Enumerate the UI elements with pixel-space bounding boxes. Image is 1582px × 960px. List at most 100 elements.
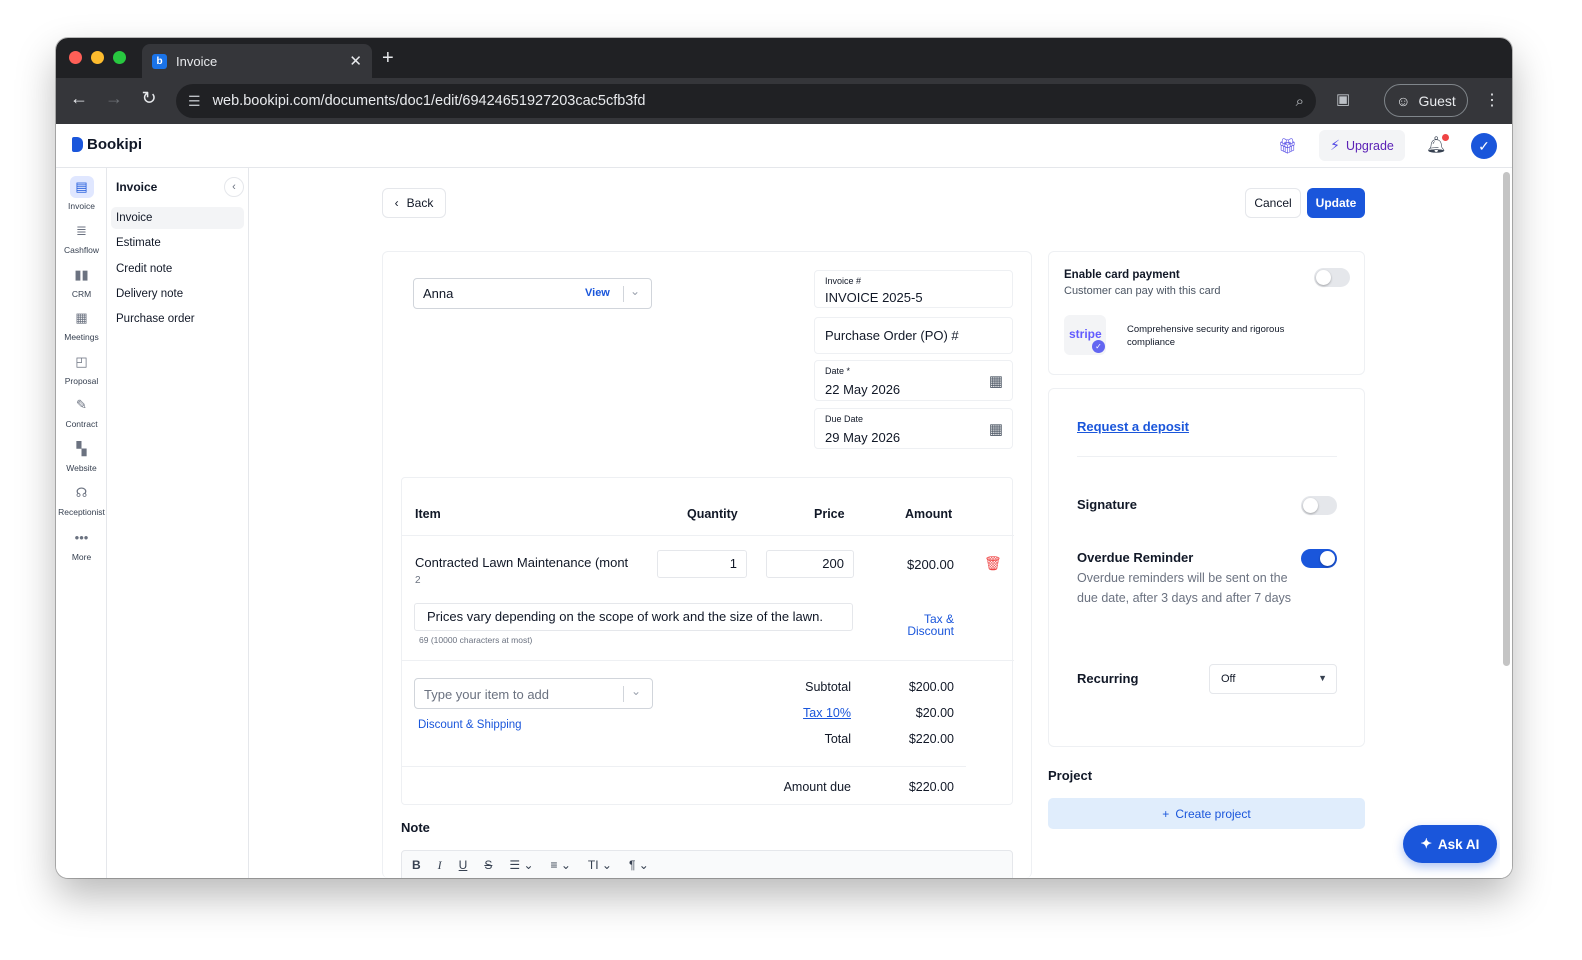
quantity-input[interactable]: 1 — [657, 550, 747, 578]
rail-label: Contract — [65, 419, 98, 429]
sub-nav-item-credit-note[interactable]: Credit note — [111, 258, 244, 280]
strikethrough-icon[interactable]: S — [484, 858, 492, 872]
column-header-item: Item — [415, 507, 441, 521]
plus-icon: + — [1162, 806, 1170, 821]
maximize-window-button[interactable] — [113, 51, 126, 64]
italic-icon[interactable]: I — [438, 858, 442, 873]
rail-item-meetings[interactable]: ▦ Meetings — [56, 307, 107, 342]
collapse-sidebar-icon[interactable]: ‹ — [224, 177, 244, 197]
tax-discount-link[interactable]: Tax & Discount — [907, 613, 954, 637]
rail-item-cashflow[interactable]: ≣ Cashflow — [56, 220, 107, 255]
notification-bell-icon[interactable]: 🔔︎ — [1426, 134, 1450, 155]
proposal-icon: ◰ — [75, 354, 88, 369]
app: Bookipi 🎁︎ ⚡︎ Upgrade 🔔︎ ✓ ▤ Invoice ≣ Cas… — [56, 124, 1512, 878]
rail-item-crm[interactable]: ▮▮ CRM — [56, 264, 107, 299]
brand-logo[interactable]: Bookipi — [72, 136, 142, 153]
request-deposit-link[interactable]: Request a deposit — [1077, 419, 1189, 434]
sub-nav-item-estimate[interactable]: Estimate — [111, 232, 244, 254]
add-item-input[interactable]: Type your item to add ⌄ — [414, 678, 653, 709]
create-project-label: Create project — [1175, 806, 1251, 821]
paragraph-icon[interactable]: ¶ ⌄ — [629, 858, 649, 872]
client-view-link[interactable]: View — [585, 287, 610, 299]
sub-nav-item-delivery-note[interactable]: Delivery note — [111, 283, 244, 305]
minimize-window-button[interactable] — [91, 51, 104, 64]
site-settings-icon[interactable]: ☰ — [188, 93, 201, 110]
scrollbar[interactable] — [1500, 168, 1512, 878]
invoice-number-field[interactable]: Invoice # INVOICE 2025-5 — [814, 270, 1013, 308]
rail-item-website[interactable]: ▚ Website — [56, 438, 107, 473]
bold-icon[interactable]: B — [412, 858, 421, 872]
logo-mark-icon — [72, 137, 83, 152]
sub-nav-item-purchase-order[interactable]: Purchase order — [111, 308, 244, 330]
profile-button[interactable]: ☺ Guest — [1384, 84, 1468, 117]
calendar-icon[interactable]: ▦ — [989, 372, 1003, 390]
address-bar[interactable]: ☰ web.bookipi.com/documents/doc1/edit/69… — [176, 84, 1316, 118]
tax-link-line2: Discount — [907, 624, 954, 638]
due-date-field[interactable]: Due Date 29 May 2026 ▦ — [814, 408, 1013, 449]
browser-tab[interactable]: b Invoice ✕ — [142, 44, 372, 78]
close-tab-icon[interactable]: ✕ — [349, 52, 362, 70]
rail-item-invoice[interactable]: ▤ Invoice — [56, 176, 107, 211]
contract-icon: ✎ — [76, 397, 87, 412]
project-heading: Project — [1048, 768, 1093, 783]
chevron-down-icon[interactable]: ⌄ — [630, 284, 640, 298]
underline-icon[interactable]: U — [459, 858, 468, 872]
signature-toggle[interactable] — [1301, 496, 1337, 515]
ask-ai-button[interactable]: ✦ Ask AI — [1403, 825, 1497, 863]
back-arrow-icon[interactable]: ← — [66, 88, 92, 109]
amount-due-value: $220.00 — [908, 780, 954, 794]
card-payment-panel: Enable card payment Customer can pay wit… — [1048, 251, 1365, 375]
back-button[interactable]: ‹ Back — [382, 188, 446, 218]
search-icon[interactable]: ⌕ — [1296, 93, 1304, 110]
calendar-icon[interactable]: ▦ — [989, 420, 1003, 438]
bolt-icon: ⚡︎ — [1330, 137, 1340, 153]
date-field[interactable]: Date * 22 May 2026 ▦ — [814, 360, 1013, 401]
upgrade-label: Upgrade — [1345, 138, 1394, 153]
avatar[interactable]: ✓ — [1471, 133, 1497, 159]
close-window-button[interactable] — [69, 51, 82, 64]
create-project-button[interactable]: + Create project — [1048, 798, 1365, 829]
stripe-description: Comprehensive security and rigorous comp… — [1127, 324, 1285, 348]
tax-link[interactable]: Tax 10% — [803, 706, 851, 720]
sub-nav-item-invoice[interactable]: Invoice — [111, 207, 244, 229]
upgrade-button[interactable]: ⚡︎ Upgrade — [1319, 130, 1405, 161]
chevron-down-icon[interactable]: ⌄ — [631, 684, 641, 698]
browser-toolbar: ← → ↻ ☰ web.bookipi.com/documents/doc1/e… — [56, 78, 1512, 124]
card-payment-toggle[interactable] — [1314, 268, 1350, 287]
toggle-knob — [1320, 551, 1335, 566]
update-button[interactable]: Update — [1307, 188, 1365, 218]
new-tab-icon[interactable]: + — [382, 47, 394, 70]
cast-icon[interactable]: ▣ — [1336, 90, 1350, 108]
browser-menu-icon[interactable]: ⋮ — [1484, 90, 1500, 110]
po-number-field[interactable]: Purchase Order (PO) # — [814, 317, 1013, 354]
gift-icon[interactable]: 🎁︎ — [1278, 137, 1297, 155]
line-items-table: Item Quantity Price Amount Contracted La… — [401, 477, 1014, 805]
recurring-select[interactable]: Off ▼ — [1209, 664, 1337, 694]
rail-item-proposal[interactable]: ◰ Proposal — [56, 351, 107, 386]
discount-shipping-link[interactable]: Discount & Shipping — [418, 719, 522, 731]
item-description-textarea[interactable]: Prices vary depending on the scope of wo… — [414, 603, 853, 631]
trash-icon[interactable]: 🗑︎ — [984, 555, 1002, 572]
rail-item-receptionist[interactable]: ☊ Receptionist — [56, 482, 107, 517]
bullet-list-icon[interactable]: ☰ ⌄ — [509, 858, 533, 872]
cancel-button[interactable]: Cancel — [1245, 188, 1301, 218]
client-select[interactable]: Anna View ⌄ — [413, 278, 652, 309]
numbered-list-icon[interactable]: ≡ ⌄ — [551, 858, 571, 872]
scrollbar-thumb[interactable] — [1503, 172, 1510, 666]
rail-item-contract[interactable]: ✎ Contract — [56, 394, 107, 429]
stripe-logo: stripe ✓ — [1064, 315, 1106, 355]
url-text: web.bookipi.com/documents/doc1/edit/6942… — [212, 93, 646, 109]
shield-check-icon: ✓ — [1092, 340, 1105, 353]
back-label: Back — [406, 196, 434, 210]
text-size-icon[interactable]: TI ⌄ — [588, 858, 612, 872]
price-input[interactable]: 200 — [766, 550, 854, 578]
due-date-value: 29 May 2026 — [825, 430, 901, 445]
module-rail: ▤ Invoice ≣ Cashflow ▮▮ CRM ▦ Meetings ◰ Prop… — [56, 168, 107, 878]
reload-icon[interactable]: ↻ — [136, 88, 162, 109]
overdue-reminder-toggle[interactable] — [1301, 549, 1337, 568]
cashflow-icon: ≣ — [76, 223, 87, 238]
item-name[interactable]: Contracted Lawn Maintenance (mont — [415, 555, 628, 570]
forward-arrow-icon[interactable]: → — [101, 88, 127, 109]
tab-strip: b Invoice ✕ + — [56, 38, 1512, 78]
rail-item-more[interactable]: ••• More — [56, 527, 107, 562]
